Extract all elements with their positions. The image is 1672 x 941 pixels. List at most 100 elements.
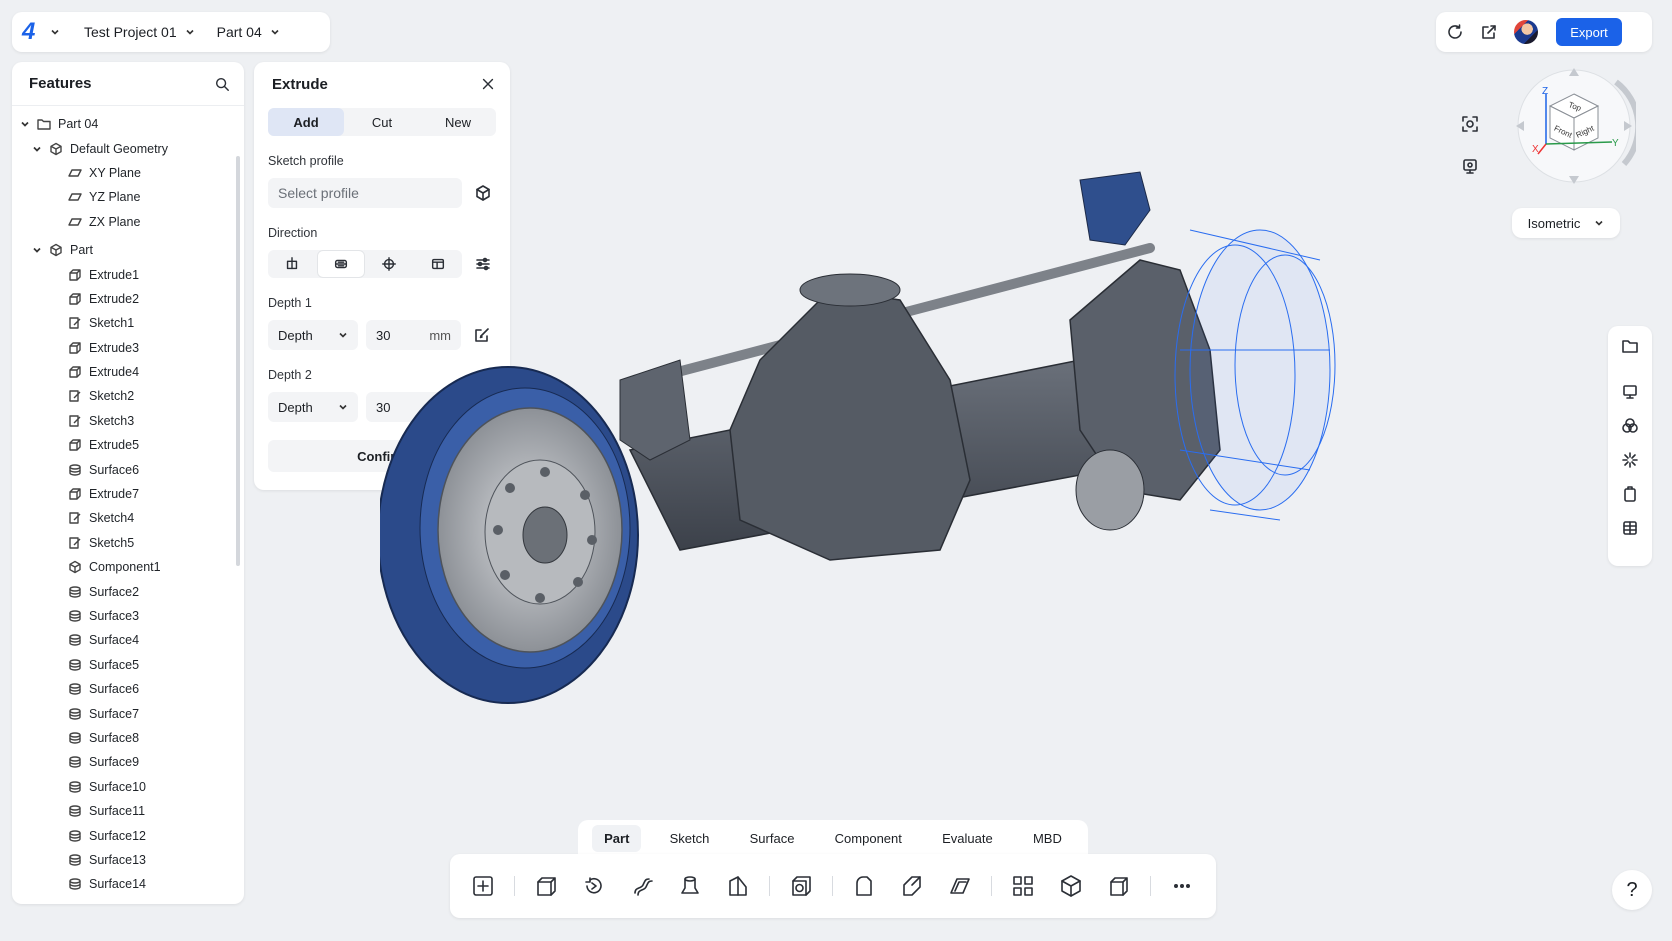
- tree-item[interactable]: Surface11: [12, 799, 244, 823]
- search-icon[interactable]: [214, 76, 230, 92]
- part-selector[interactable]: Part 04: [209, 24, 288, 40]
- tree-item[interactable]: Extrude1: [12, 262, 244, 286]
- focus-icon[interactable]: [1456, 110, 1484, 138]
- tree-item-label: Extrude3: [89, 340, 140, 355]
- features-panel: Features Part 04 Default Geometry XY Plan…: [12, 62, 244, 904]
- lighting-icon[interactable]: [1616, 446, 1644, 474]
- help-button[interactable]: ?: [1612, 870, 1652, 910]
- refresh-icon[interactable]: [1446, 23, 1464, 41]
- tree-item-label: Surface6: [89, 682, 140, 697]
- close-icon[interactable]: [480, 76, 496, 92]
- tree-item[interactable]: Surface12: [12, 823, 244, 847]
- tree-item[interactable]: Extrude7: [12, 482, 244, 506]
- tree-item[interactable]: Extrude2: [12, 287, 244, 311]
- materials-icon[interactable]: [1616, 412, 1644, 440]
- surface-icon: [69, 585, 81, 598]
- tree-item[interactable]: Surface3: [12, 604, 244, 628]
- tree-item[interactable]: Surface13: [12, 848, 244, 872]
- rib-icon[interactable]: [719, 867, 757, 905]
- extrude-icon[interactable]: [527, 867, 565, 905]
- tree-item[interactable]: Sketch2: [12, 384, 244, 408]
- table-icon[interactable]: [1616, 514, 1644, 542]
- mode-cut[interactable]: Cut: [344, 108, 420, 136]
- tree-item[interactable]: Sketch4: [12, 506, 244, 530]
- export-button[interactable]: Export: [1556, 18, 1622, 46]
- tree-item[interactable]: Sketch1: [12, 311, 244, 335]
- new-sketch-icon[interactable]: [464, 867, 502, 905]
- tree-item[interactable]: XY Plane: [12, 161, 244, 185]
- tab-component[interactable]: Component: [823, 825, 914, 852]
- pattern-icon[interactable]: [1004, 867, 1042, 905]
- tree-root[interactable]: Part 04: [12, 112, 244, 136]
- plane-icon: [68, 218, 82, 226]
- shell-icon[interactable]: [941, 867, 979, 905]
- tree-item[interactable]: Sketch5: [12, 531, 244, 555]
- tree-item[interactable]: Surface9: [12, 750, 244, 774]
- tab-surface[interactable]: Surface: [738, 825, 807, 852]
- chamfer-icon[interactable]: [893, 867, 931, 905]
- fillet-icon[interactable]: [845, 867, 883, 905]
- depth2-type-select[interactable]: Depth: [268, 392, 358, 422]
- tree-item[interactable]: Surface14: [12, 872, 244, 896]
- tree-item-label: ZX Plane: [89, 214, 141, 229]
- scrollbar[interactable]: [236, 156, 240, 566]
- chevron-down-icon[interactable]: [32, 144, 42, 154]
- model-viewport[interactable]: [380, 150, 1430, 770]
- tree-item[interactable]: ZX Plane: [12, 210, 244, 234]
- tree-item[interactable]: Surface2: [12, 579, 244, 603]
- folder-icon[interactable]: [1616, 332, 1644, 360]
- tree-group[interactable]: Part: [12, 238, 244, 262]
- extrude-title: Extrude: [272, 75, 328, 93]
- tree-group[interactable]: Default Geometry: [12, 136, 244, 160]
- clipboard-icon[interactable]: [1616, 480, 1644, 508]
- depth1-type-select[interactable]: Depth: [268, 320, 358, 350]
- project-selector[interactable]: Test Project 01: [76, 24, 203, 40]
- hole-icon[interactable]: [782, 867, 820, 905]
- chevron-down-icon[interactable]: [32, 245, 42, 255]
- share-icon[interactable]: [1480, 23, 1498, 41]
- more-icon[interactable]: [1163, 867, 1201, 905]
- app-logo[interactable]: 4: [22, 18, 44, 46]
- tree-item[interactable]: Surface7: [12, 701, 244, 725]
- box-icon[interactable]: [1100, 867, 1138, 905]
- chevron-down-icon[interactable]: [50, 27, 60, 37]
- toolbar-divider: [514, 876, 515, 896]
- revolve-icon[interactable]: [575, 867, 613, 905]
- differential-top: [799, 273, 901, 307]
- tree-item[interactable]: Surface4: [12, 628, 244, 652]
- tree-item-label: Component1: [89, 560, 161, 575]
- tab-part[interactable]: Part: [592, 824, 642, 852]
- combine-icon[interactable]: [1052, 867, 1090, 905]
- loft-icon[interactable]: [671, 867, 709, 905]
- sketch-icon: [69, 415, 81, 427]
- surface-icon: [69, 634, 81, 647]
- mode-new[interactable]: New: [420, 108, 496, 136]
- direction-one-side-icon[interactable]: [268, 250, 317, 278]
- tree-item[interactable]: Extrude4: [12, 360, 244, 384]
- tree-item[interactable]: Surface6: [12, 677, 244, 701]
- tab-sketch[interactable]: Sketch: [658, 825, 722, 852]
- tree-item[interactable]: Extrude3: [12, 336, 244, 360]
- avatar[interactable]: [1514, 20, 1538, 44]
- tree-item[interactable]: Sketch3: [12, 409, 244, 433]
- tree-item[interactable]: Surface5: [12, 653, 244, 677]
- tree-item-label: Surface12: [89, 828, 146, 843]
- tree-item[interactable]: Surface10: [12, 775, 244, 799]
- surface-icon: [69, 878, 81, 890]
- tree-item[interactable]: YZ Plane: [12, 185, 244, 209]
- chevron-down-icon[interactable]: [20, 119, 30, 129]
- tree-item[interactable]: Surface6: [12, 457, 244, 481]
- tab-evaluate[interactable]: Evaluate: [930, 825, 1005, 852]
- view-cube[interactable]: Top Front Right Z X Y: [1512, 64, 1636, 188]
- tree-item[interactable]: Component1: [12, 555, 244, 579]
- display-icon[interactable]: [1616, 378, 1644, 406]
- screen-capture-icon[interactable]: [1456, 152, 1484, 180]
- view-mode-select[interactable]: Isometric: [1512, 208, 1620, 238]
- tree-item-label: Extrude2: [89, 291, 140, 306]
- tree-item[interactable]: Extrude5: [12, 433, 244, 457]
- direction-symmetric-icon[interactable]: [316, 250, 365, 278]
- tree-item[interactable]: Surface8: [12, 726, 244, 750]
- tab-mbd[interactable]: MBD: [1021, 825, 1074, 852]
- sweep-icon[interactable]: [623, 867, 661, 905]
- mode-add[interactable]: Add: [268, 108, 344, 136]
